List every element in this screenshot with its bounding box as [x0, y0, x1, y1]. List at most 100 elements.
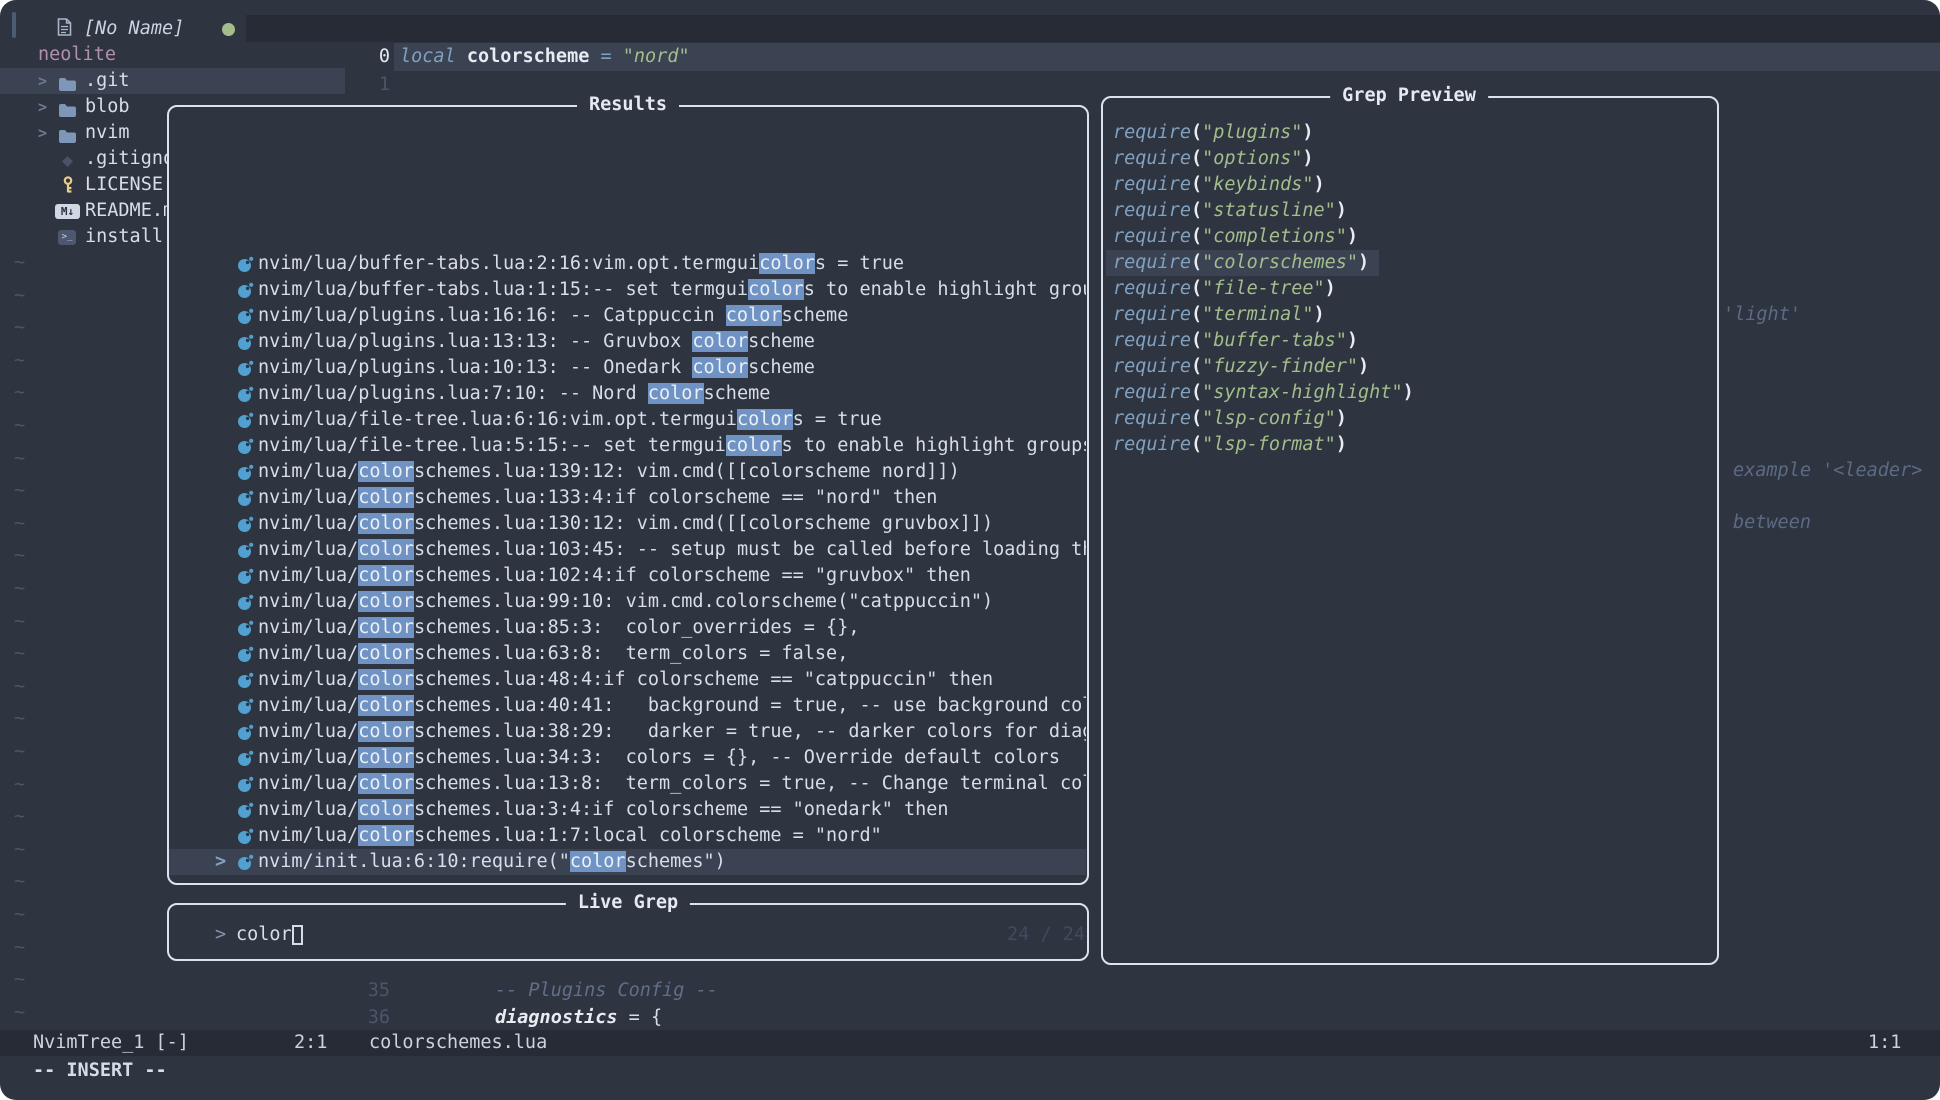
chevron-right-icon[interactable]: >: [38, 94, 47, 120]
result-row[interactable]: nvim/lua/colorschemes.lua:139:12: vim.cm…: [169, 459, 1086, 485]
tilde-empty-line-marker: ~: [14, 706, 25, 732]
neovim-window: [No Name] 0 local colorscheme = "nord" 1…: [0, 0, 1940, 1100]
result-row[interactable]: nvim/lua/colorschemes.lua:3:4:if colorsc…: [169, 797, 1086, 823]
preview-line[interactable]: require("keybinds"): [1106, 172, 1335, 198]
result-text: nvim/lua/colorschemes.lua:139:12: vim.cm…: [258, 459, 960, 485]
tilde-empty-line-marker: ~: [14, 348, 25, 374]
preview-line[interactable]: require("lsp-config"): [1106, 406, 1357, 432]
lua-file-icon: [237, 697, 254, 714]
module-string: "keybinds": [1202, 174, 1313, 195]
result-text-pre: nvim/lua/buffer-tabs.lua:2:16:vim.opt.te…: [258, 253, 759, 274]
result-text: nvim/lua/colorschemes.lua:1:7:local colo…: [258, 823, 882, 849]
result-text-pre: nvim/lua/: [258, 825, 358, 846]
modified-indicator-dot: [222, 23, 235, 36]
line-number: 35: [352, 978, 390, 1004]
editor-fragment-text: between: [1733, 510, 1811, 536]
result-text-pre: nvim/lua/: [258, 565, 358, 586]
result-row[interactable]: nvim/lua/buffer-tabs.lua:2:16:vim.opt.te…: [169, 251, 1086, 277]
result-row[interactable]: nvim/lua/plugins.lua:13:13: -- Gruvbox c…: [169, 329, 1086, 355]
result-text: nvim/lua/colorschemes.lua:34:3: colors =…: [258, 745, 1060, 771]
result-row[interactable]: nvim/lua/buffer-tabs.lua:1:15:-- set ter…: [169, 277, 1086, 303]
result-row[interactable]: nvim/lua/colorschemes.lua:1:7:local colo…: [169, 823, 1086, 849]
preview-line[interactable]: require("colorschemes"): [1106, 250, 1379, 276]
require-keyword: require: [1113, 356, 1191, 377]
selected-caret-icon: >: [215, 849, 226, 875]
result-text-pre: nvim/lua/plugins.lua:7:10: -- Nord: [258, 383, 648, 404]
search-input[interactable]: color: [236, 922, 292, 948]
result-row[interactable]: nvim/lua/colorschemes.lua:40:41: backgro…: [169, 693, 1086, 719]
chevron-right-icon[interactable]: >: [38, 68, 47, 94]
file-tree-root[interactable]: neolite: [38, 42, 116, 68]
match-highlight: color: [358, 487, 414, 508]
statusline-filename: colorschemes.lua: [369, 1030, 547, 1056]
preview-line[interactable]: require("statusline"): [1106, 198, 1357, 224]
paren-open: (: [1191, 252, 1202, 273]
left-accent-bar: [12, 12, 16, 38]
result-text-post: s = true: [815, 253, 904, 274]
code-token: -- Plugins Config --: [495, 980, 718, 1001]
tree-item-label: blob: [85, 94, 130, 120]
result-row[interactable]: nvim/lua/colorschemes.lua:103:45: -- set…: [169, 537, 1086, 563]
lua-file-icon: [237, 567, 254, 584]
require-keyword: require: [1113, 200, 1191, 221]
result-row[interactable]: nvim/lua/plugins.lua:7:10: -- Nord color…: [169, 381, 1086, 407]
result-text-pre: nvim/lua/: [258, 747, 358, 768]
match-highlight: color: [358, 565, 414, 586]
lua-file-icon: [237, 827, 254, 844]
preview-line[interactable]: require("syntax-highlight"): [1106, 380, 1424, 406]
result-row[interactable]: nvim/lua/colorschemes.lua:99:10: vim.cmd…: [169, 589, 1086, 615]
result-row[interactable]: nvim/lua/colorschemes.lua:133:4:if color…: [169, 485, 1086, 511]
match-highlight: color: [358, 513, 414, 534]
require-keyword: require: [1113, 278, 1191, 299]
result-row[interactable]: nvim/lua/file-tree.lua:6:16:vim.opt.term…: [169, 407, 1086, 433]
lua-file-icon: [237, 307, 254, 324]
result-row[interactable]: nvim/lua/plugins.lua:16:16: -- Catppucci…: [169, 303, 1086, 329]
document-icon: [57, 18, 72, 36]
lua-file-icon: [237, 281, 254, 298]
result-row[interactable]: > nvim/init.lua:6:10:require("colorscheme…: [169, 849, 1086, 875]
buffer-tab-label[interactable]: [No Name]: [84, 15, 184, 43]
result-row[interactable]: nvim/lua/plugins.lua:10:13: -- Onedark c…: [169, 355, 1086, 381]
chevron-right-icon[interactable]: >: [38, 120, 47, 146]
preview-line[interactable]: require("file-tree"): [1106, 276, 1346, 302]
preview-line[interactable]: require("lsp-format"): [1106, 432, 1357, 458]
result-text-pre: nvim/lua/plugins.lua:10:13: -- Onedark: [258, 357, 692, 378]
result-text-pre: nvim/lua/plugins.lua:16:16: -- Catppucci…: [258, 305, 726, 326]
result-row[interactable]: nvim/lua/colorschemes.lua:63:8: term_col…: [169, 641, 1086, 667]
result-text: nvim/lua/colorschemes.lua:99:10: vim.cmd…: [258, 589, 993, 615]
editor-code-line[interactable]: diagnostics = {: [495, 1005, 662, 1031]
preview-line[interactable]: require("fuzzy-finder"): [1106, 354, 1379, 380]
preview-line[interactable]: require("completions"): [1106, 224, 1368, 250]
result-text: nvim/lua/colorschemes.lua:103:45: -- set…: [258, 537, 1086, 563]
result-row[interactable]: nvim/lua/colorschemes.lua:48:4:if colors…: [169, 667, 1086, 693]
result-row[interactable]: nvim/lua/colorschemes.lua:34:3: colors =…: [169, 745, 1086, 771]
line-number-1: 1: [352, 71, 390, 99]
result-row[interactable]: nvim/lua/file-tree.lua:5:15:-- set termg…: [169, 433, 1086, 459]
result-text-pre: nvim/lua/: [258, 591, 358, 612]
result-row[interactable]: nvim/lua/colorschemes.lua:130:12: vim.cm…: [169, 511, 1086, 537]
result-row[interactable]: nvim/lua/colorschemes.lua:13:8: term_col…: [169, 771, 1086, 797]
code-token: local: [400, 46, 467, 67]
paren-close: ): [1347, 226, 1358, 247]
match-highlight: color: [726, 305, 782, 326]
tree-item-label: LICENSE: [85, 172, 163, 198]
result-text-post: scheme: [748, 357, 815, 378]
result-row[interactable]: nvim/lua/colorschemes.lua:102:4:if color…: [169, 563, 1086, 589]
match-highlight: color: [358, 747, 414, 768]
result-row[interactable]: nvim/lua/colorschemes.lua:38:29: darker …: [169, 719, 1086, 745]
preview-line[interactable]: require("options"): [1106, 146, 1324, 172]
tree-item--git[interactable]: >.git: [0, 68, 345, 94]
preview-line[interactable]: require("buffer-tabs"): [1106, 328, 1368, 354]
result-row[interactable]: nvim/lua/colorschemes.lua:85:3: color_ov…: [169, 615, 1086, 641]
preview-line[interactable]: require("terminal"): [1106, 302, 1335, 328]
editor-code-line[interactable]: -- Plugins Config --: [495, 978, 718, 1004]
tree-item-label: nvim: [85, 120, 130, 146]
match-highlight: color: [737, 409, 793, 430]
match-highlight: color: [358, 617, 414, 638]
result-text: nvim/init.lua:6:10:require("colorschemes…: [258, 849, 726, 875]
module-string: "buffer-tabs": [1202, 330, 1347, 351]
module-string: "options": [1202, 148, 1302, 169]
result-text-pre: nvim/lua/: [258, 643, 358, 664]
editor-code-line[interactable]: local colorscheme = "nord": [400, 43, 690, 71]
preview-line[interactable]: require("plugins"): [1106, 120, 1324, 146]
